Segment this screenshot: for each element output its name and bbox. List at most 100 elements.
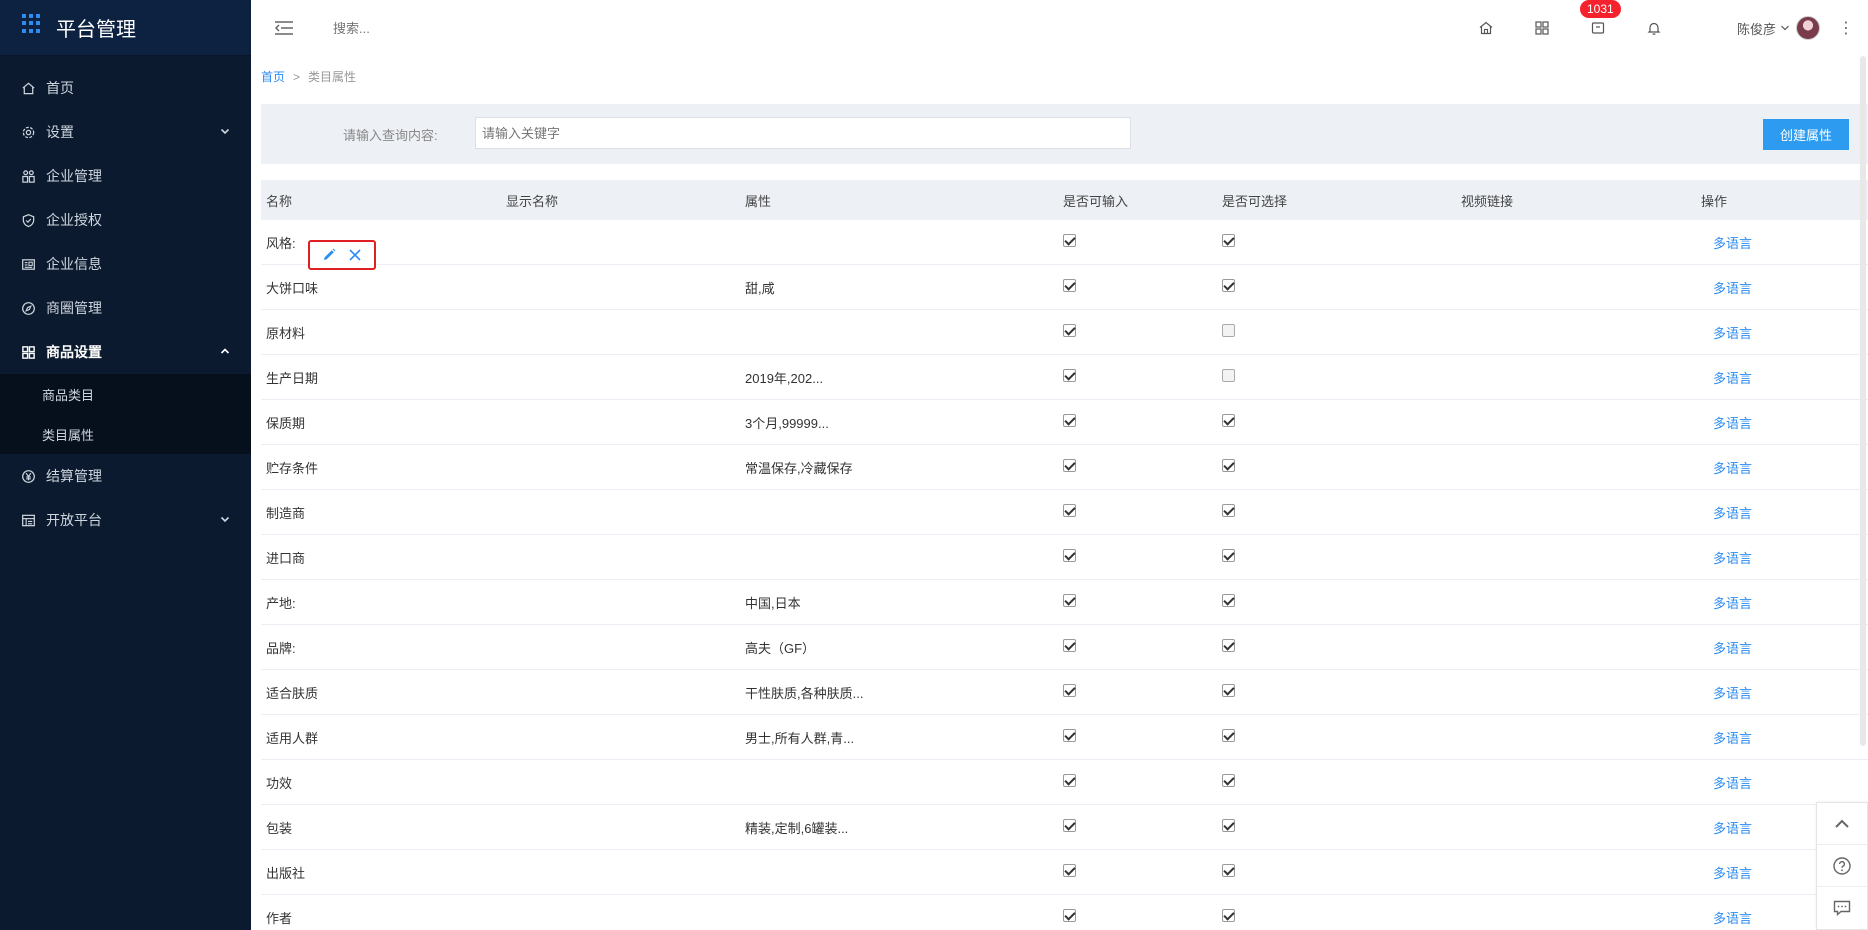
multilanguage-link[interactable]: 多语言 [1713,416,1752,431]
multilanguage-link[interactable]: 多语言 [1713,821,1752,836]
inputable-checkbox[interactable] [1063,458,1076,472]
cell-inputable [1058,323,1217,340]
cell-selectable [1217,458,1456,475]
table-row: 出版社 多语言 [261,850,1868,895]
selectable-checkbox[interactable] [1222,278,1235,292]
selectable-checkbox[interactable] [1222,548,1235,562]
selectable-checkbox[interactable] [1222,458,1235,472]
cell-name: 制造商 [266,505,306,521]
feedback-button[interactable] [1817,887,1867,929]
inputable-checkbox[interactable] [1063,908,1076,922]
sidebar-subitem-1[interactable]: 商品类目 [0,374,251,414]
help-button[interactable] [1817,845,1867,887]
avatar[interactable] [1796,16,1820,40]
sidebar-item-8[interactable]: 结算管理 [0,454,251,498]
inputable-checkbox[interactable] [1063,548,1076,562]
multilanguage-link[interactable]: 多语言 [1713,641,1752,656]
close-icon[interactable] [347,247,363,263]
multilanguage-link[interactable]: 多语言 [1713,326,1752,341]
selectable-checkbox[interactable] [1222,773,1235,787]
multilanguage-link[interactable]: 多语言 [1713,686,1752,701]
inputable-checkbox[interactable] [1063,503,1076,517]
user-menu[interactable]: 陈俊彦 [1737,16,1820,40]
settings-icon [20,124,36,140]
inputable-checkbox[interactable] [1063,638,1076,652]
table-body: 风格: 多语言 大饼口味 甜,咸 多语言 原材料 多语言 生产日期 2019年,202... 多语… [261,220,1868,930]
inputable-checkbox[interactable] [1063,593,1076,607]
multilanguage-link[interactable]: 多语言 [1713,371,1752,386]
keyword-search-input[interactable] [475,117,1131,149]
column-header: 是否可输入 [1063,193,1129,209]
pencil-icon[interactable] [321,247,337,263]
grid-icon [20,344,36,360]
selectable-checkbox[interactable] [1222,908,1235,922]
selectable-checkbox[interactable] [1222,638,1235,652]
bell-icon[interactable] [1643,17,1665,39]
sidebar-item-3[interactable]: 企业管理 [0,154,251,198]
multilanguage-link[interactable]: 多语言 [1713,866,1752,881]
inputable-checkbox[interactable] [1063,368,1076,382]
multilanguage-link[interactable]: 多语言 [1713,506,1752,521]
cell-attribute: 常温保存,冷藏保存 [745,460,853,476]
inputable-checkbox[interactable] [1063,413,1076,427]
home-icon[interactable] [1475,17,1497,39]
table-row: 适合肤质 干性肤质,各种肤质... 多语言 [261,670,1868,715]
inputable-checkbox[interactable] [1063,233,1076,247]
cell-inputable [1058,413,1217,430]
selectable-checkbox[interactable] [1222,728,1235,742]
page-scrollbar[interactable] [1860,56,1866,746]
create-attribute-button[interactable]: 创建属性 [1763,119,1849,150]
back-to-top-button[interactable] [1817,803,1867,845]
inputable-checkbox[interactable] [1063,728,1076,742]
breadcrumb-home[interactable]: 首页 [261,70,285,84]
column-header: 属性 [745,193,772,209]
multilanguage-link[interactable]: 多语言 [1713,236,1752,251]
selectable-checkbox[interactable] [1222,863,1235,877]
global-search-input[interactable] [333,12,633,44]
cell-name: 原材料 [266,325,306,341]
selectable-checkbox[interactable] [1222,413,1235,427]
selectable-checkbox[interactable] [1222,503,1235,517]
sidebar-item-4[interactable]: 企业授权 [0,198,251,242]
sidebar-subitem-2[interactable]: 类目属性 [0,414,251,454]
inputable-checkbox[interactable] [1063,278,1076,292]
column-header: 操作 [1701,193,1728,209]
table-row: 包装 精装,定制,6罐装... 多语言 [261,805,1868,850]
selectable-checkbox[interactable] [1222,593,1235,607]
messages-icon[interactable]: 1031 [1578,0,1622,39]
apps-grid-icon[interactable] [1531,17,1553,39]
inputable-checkbox[interactable] [1063,863,1076,877]
sidebar-item-2[interactable]: 设置 [0,110,251,154]
sidebar-item-1[interactable]: 首页 [0,66,251,110]
menu-toggle-icon[interactable] [273,17,295,39]
multilanguage-link[interactable]: 多语言 [1713,776,1752,791]
inputable-checkbox[interactable] [1063,773,1076,787]
chevron-up-icon [1835,819,1849,828]
chevron-up-icon [220,348,230,354]
sidebar-item-7[interactable]: 商品设置 [0,330,251,374]
multilanguage-link[interactable]: 多语言 [1713,731,1752,746]
cell-attribute: 高夫（GF） [745,640,816,656]
cell-inputable [1058,773,1217,790]
chat-icon [1833,900,1851,917]
multilanguage-link[interactable]: 多语言 [1713,911,1752,926]
sidebar-item-6[interactable]: 商圈管理 [0,286,251,330]
sidebar-item-5[interactable]: 企业信息 [0,242,251,286]
selectable-checkbox[interactable] [1222,323,1235,337]
selectable-checkbox[interactable] [1222,683,1235,697]
inputable-checkbox[interactable] [1063,683,1076,697]
more-vertical-icon[interactable]: ⋮ [1836,18,1856,38]
sidebar-item-9[interactable]: 开放平台 [0,498,251,542]
multilanguage-link[interactable]: 多语言 [1713,461,1752,476]
table-row: 产地: 中国,日本 多语言 [261,580,1868,625]
selectable-checkbox[interactable] [1222,818,1235,832]
selectable-checkbox[interactable] [1222,368,1235,382]
inputable-checkbox[interactable] [1063,323,1076,337]
cell-inputable [1058,908,1217,925]
multilanguage-link[interactable]: 多语言 [1713,596,1752,611]
selectable-checkbox[interactable] [1222,233,1235,247]
multilanguage-link[interactable]: 多语言 [1713,281,1752,296]
multilanguage-link[interactable]: 多语言 [1713,551,1752,566]
sidebar-item-label: 商圈管理 [46,300,102,316]
inputable-checkbox[interactable] [1063,818,1076,832]
